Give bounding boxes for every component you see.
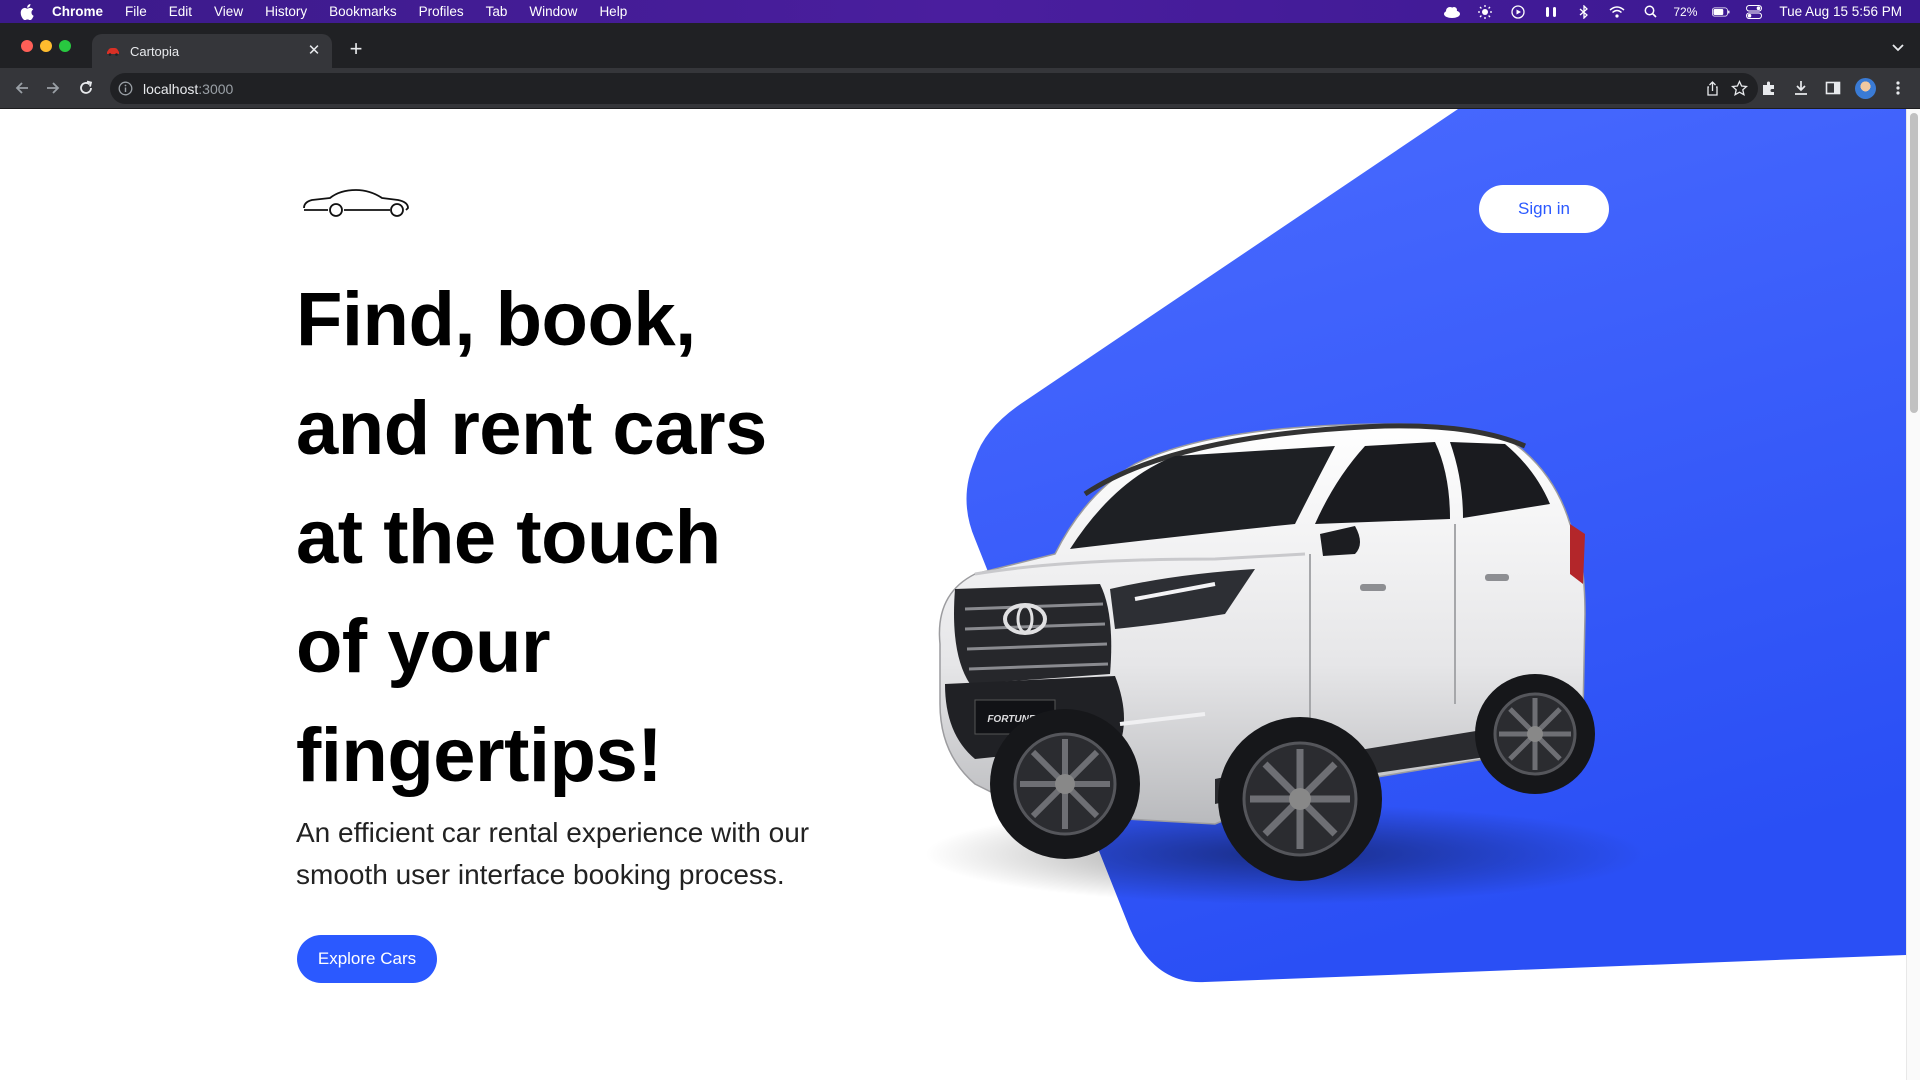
car-logo-icon xyxy=(303,189,409,217)
downloads-icon[interactable] xyxy=(1791,78,1811,98)
control-center-icon[interactable] xyxy=(1745,4,1763,19)
menu-file[interactable]: File xyxy=(125,4,147,19)
scrollbar-thumb[interactable] xyxy=(1910,113,1918,413)
site-info-icon[interactable] xyxy=(118,81,133,96)
cloud-icon[interactable] xyxy=(1443,5,1461,19)
browser-tab-strip: Cartopia ✕ + xyxy=(0,23,1920,68)
hero-headline: Find, book, and rent cars at the touch o… xyxy=(296,265,856,810)
menu-bookmarks[interactable]: Bookmarks xyxy=(329,4,397,19)
url-text[interactable]: localhost:3000 xyxy=(143,81,233,97)
menu-profiles[interactable]: Profiles xyxy=(419,4,464,19)
play-icon[interactable] xyxy=(1509,4,1527,19)
window-zoom-button[interactable] xyxy=(59,40,71,52)
extensions-puzzle-icon[interactable] xyxy=(1759,78,1779,98)
side-panel-icon[interactable] xyxy=(1823,78,1843,98)
url-port: :3000 xyxy=(198,81,234,97)
browser-menu-kebab-icon[interactable] xyxy=(1888,78,1908,98)
headline-line-1: Find, book, xyxy=(296,277,696,362)
page-viewport: Sign in Find, book, and rent cars at the… xyxy=(0,109,1920,1080)
browser-tab-active[interactable]: Cartopia ✕ xyxy=(92,34,332,68)
forward-arrow-icon[interactable] xyxy=(43,78,63,98)
car-favicon-icon xyxy=(107,48,119,56)
battery-icon[interactable] xyxy=(1712,5,1730,19)
browser-toolbar: localhost:3000 xyxy=(0,68,1920,109)
menu-window[interactable]: Window xyxy=(529,4,577,19)
hero-subtitle: An efficient car rental experience with … xyxy=(296,817,810,890)
explore-cars-button[interactable]: Explore Cars xyxy=(297,935,437,983)
brightness-icon[interactable] xyxy=(1476,4,1494,19)
menu-app-name[interactable]: Chrome xyxy=(52,4,103,19)
address-bar[interactable]: localhost:3000 xyxy=(110,73,1758,104)
status-area: 72% Tue Aug 15 5:56 PM xyxy=(1428,0,1902,23)
tab-search-chevron-icon[interactable] xyxy=(1890,39,1906,55)
wifi-icon[interactable] xyxy=(1608,5,1626,19)
apple-menu-icon[interactable] xyxy=(20,3,34,20)
back-arrow-icon[interactable] xyxy=(12,78,32,98)
headline-line-2: and rent cars xyxy=(296,386,767,471)
tab-title: Cartopia xyxy=(130,43,180,59)
tab-close-icon[interactable]: ✕ xyxy=(306,43,322,59)
window-minimize-button[interactable] xyxy=(40,40,52,52)
page-scrollbar[interactable] xyxy=(1906,109,1920,1080)
menu-clock[interactable]: Tue Aug 15 5:56 PM xyxy=(1779,4,1902,19)
macos-menu-bar: Chrome File Edit View History Bookmarks … xyxy=(0,0,1920,23)
bookmark-star-icon[interactable] xyxy=(1731,80,1748,97)
menu-view[interactable]: View xyxy=(214,4,243,19)
headline-line-4: of your xyxy=(296,604,551,689)
headline-line-5: fingertips! xyxy=(296,713,663,798)
window-close-button[interactable] xyxy=(21,40,33,52)
sign-in-button[interactable]: Sign in xyxy=(1479,185,1609,233)
headline-line-3: at the touch xyxy=(296,495,721,580)
airpods-icon[interactable] xyxy=(1542,5,1560,19)
battery-percent: 72% xyxy=(1673,4,1698,19)
share-icon[interactable] xyxy=(1705,81,1720,96)
profile-avatar-icon[interactable] xyxy=(1855,78,1876,99)
bluetooth-icon[interactable] xyxy=(1575,4,1593,19)
menu-edit[interactable]: Edit xyxy=(169,4,192,19)
menu-history[interactable]: History xyxy=(265,4,307,19)
new-tab-button[interactable]: + xyxy=(344,37,368,61)
suv-car-image: FORTUNER xyxy=(925,423,1645,904)
reload-icon[interactable] xyxy=(76,78,96,98)
spotlight-search-icon[interactable] xyxy=(1641,5,1659,19)
url-host: localhost xyxy=(143,81,199,97)
menu-tab[interactable]: Tab xyxy=(486,4,508,19)
menu-help[interactable]: Help xyxy=(599,4,627,19)
